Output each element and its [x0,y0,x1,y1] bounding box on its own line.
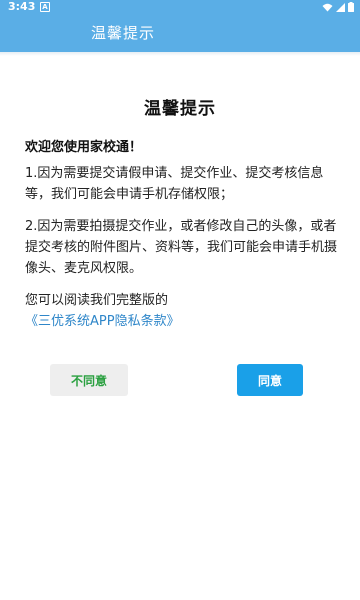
battery-icon [348,2,354,12]
wifi-icon [322,3,333,11]
privacy-dialog: 温馨提示 欢迎您使用家校通！ 1.因为需要提交请假申请、提交作业、提交考核信息等… [0,56,360,600]
notification-icon: A [40,2,50,12]
agree-button[interactable]: 同意 [237,364,303,396]
greeting-text: 欢迎您使用家校通！ [25,140,143,155]
status-bar: 3:43 A [0,0,360,14]
dialog-title: 温馨提示 [144,99,216,119]
status-time: 3:43 [8,0,36,13]
status-icons [322,2,354,12]
read-policy-text: 您可以阅读我们完整版的 [25,293,169,308]
privacy-policy-link[interactable]: 《三优系统APP隐私条款》 [25,310,180,329]
signal-icon [336,2,345,12]
permission-paragraph-camera: 2.因为需要拍摄提交作业，或者修改自己的头像，或者提交考核的附件图片、资料等，我… [25,219,338,276]
disagree-button[interactable]: 不同意 [50,364,128,396]
permission-paragraph-storage: 1.因为需要提交请假申请、提交作业、提交考核信息等，我们可能会申请手机存储权限； [25,166,324,202]
app-bar: 温馨提示 [0,14,360,52]
app-bar-title: 温馨提示 [91,24,156,42]
